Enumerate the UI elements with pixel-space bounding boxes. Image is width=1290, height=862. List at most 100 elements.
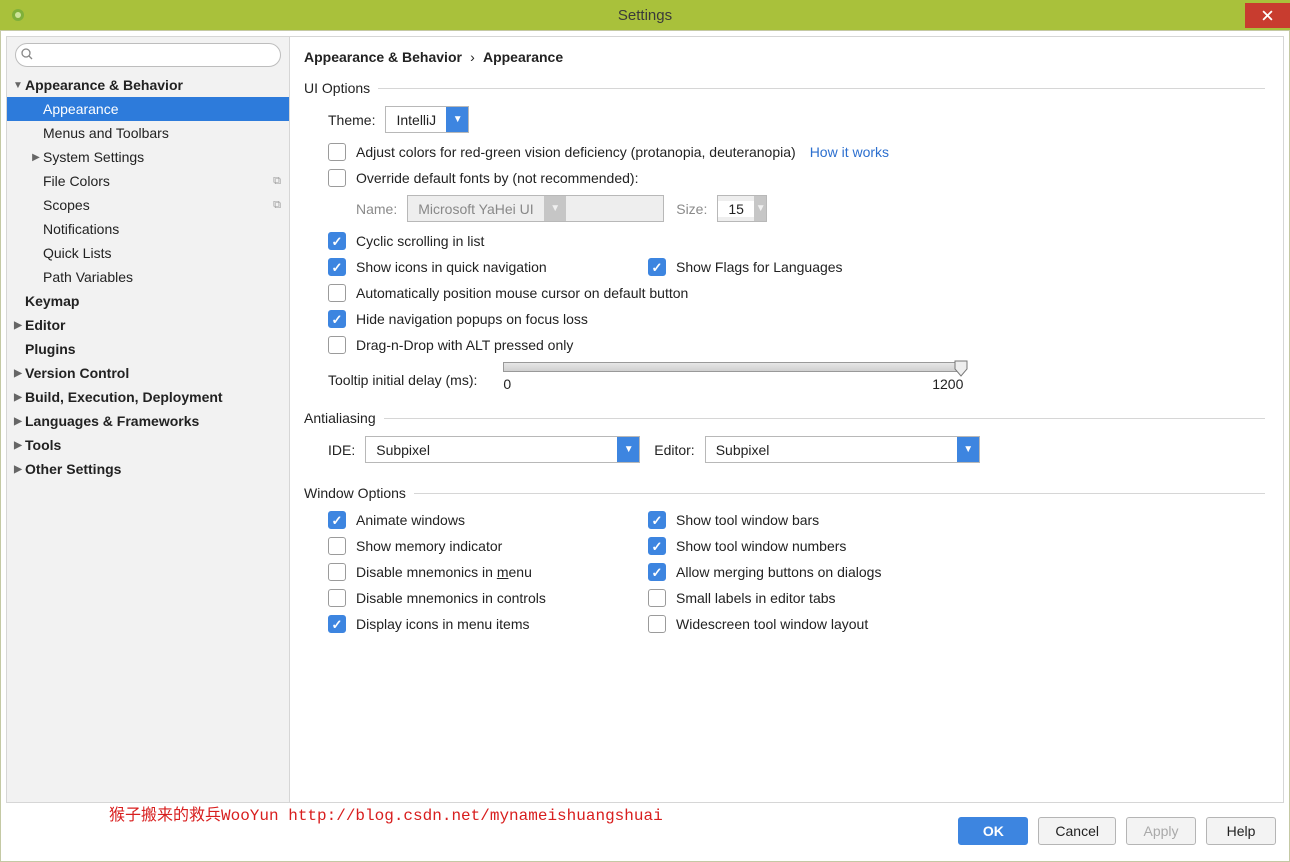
aa-ide-dropdown[interactable]: Subpixel ▼ — [365, 436, 640, 463]
tree-item[interactable]: ▶System Settings — [7, 145, 289, 169]
merge-label[interactable]: Allow merging buttons on dialogs — [676, 564, 881, 580]
tree-item[interactable]: Scopes⧉ — [7, 193, 289, 217]
aa-ide-label: IDE: — [328, 442, 355, 458]
mn-menu-label[interactable]: Disable mnemonics in menu — [356, 564, 532, 580]
how-it-works-link[interactable]: How it works — [810, 144, 889, 160]
tree-item[interactable]: ▶Build, Execution, Deployment — [7, 385, 289, 409]
tree-item-label: Editor — [25, 317, 281, 333]
tree-item-label: Appearance & Behavior — [25, 77, 281, 93]
numbers-label[interactable]: Show tool window numbers — [676, 538, 846, 554]
adjust-colors-label[interactable]: Adjust colors for red-green vision defic… — [356, 144, 796, 160]
aa-editor-value: Subpixel — [706, 442, 957, 458]
flags-checkbox[interactable] — [648, 258, 666, 276]
mn-ctrl-label[interactable]: Disable mnemonics in controls — [356, 590, 546, 606]
tree-item[interactable]: ▼Appearance & Behavior — [7, 73, 289, 97]
icons-qn-label[interactable]: Show icons in quick navigation — [356, 259, 547, 275]
tree-item[interactable]: ▶Languages & Frameworks — [7, 409, 289, 433]
twisty-icon: ▶ — [11, 464, 25, 475]
numbers-checkbox[interactable] — [648, 537, 666, 555]
tree-item[interactable]: Menus and Toolbars — [7, 121, 289, 145]
window-title: Settings — [618, 7, 672, 24]
titlebar: Settings — [0, 0, 1290, 30]
tree-item[interactable]: ▶Editor — [7, 313, 289, 337]
section-antialiasing: Antialiasing — [304, 410, 1265, 426]
slider-thumb-icon[interactable] — [953, 359, 969, 377]
override-fonts-label[interactable]: Override default fonts by (not recommend… — [356, 170, 638, 186]
ok-button[interactable]: OK — [958, 817, 1028, 845]
animate-label[interactable]: Animate windows — [356, 512, 465, 528]
icons-qn-checkbox[interactable] — [328, 258, 346, 276]
memory-checkbox[interactable] — [328, 537, 346, 555]
tooltip-delay-label: Tooltip initial delay (ms): — [328, 362, 477, 388]
close-button[interactable] — [1245, 3, 1290, 28]
cyclic-checkbox[interactable] — [328, 232, 346, 250]
tree-item[interactable]: ▶Tools — [7, 433, 289, 457]
mn-ctrl-checkbox[interactable] — [328, 589, 346, 607]
aa-editor-dropdown[interactable]: Subpixel ▼ — [705, 436, 980, 463]
hide-nav-label[interactable]: Hide navigation popups on focus loss — [356, 311, 588, 327]
hide-nav-checkbox[interactable] — [328, 310, 346, 328]
tree-item[interactable]: Plugins — [7, 337, 289, 361]
toolbars-label[interactable]: Show tool window bars — [676, 512, 819, 528]
tree-item-label: Version Control — [25, 365, 281, 381]
small-labels-label[interactable]: Small labels in editor tabs — [676, 590, 836, 606]
twisty-icon: ▶ — [11, 440, 25, 451]
animate-checkbox[interactable] — [328, 511, 346, 529]
memory-label[interactable]: Show memory indicator — [356, 538, 502, 554]
override-fonts-checkbox[interactable] — [328, 169, 346, 187]
tree-item-label: File Colors — [43, 173, 273, 189]
auto-mouse-label[interactable]: Automatically position mouse cursor on d… — [356, 285, 688, 301]
cancel-button[interactable]: Cancel — [1038, 817, 1116, 845]
settings-tree[interactable]: ▼Appearance & Behavior Appearance Menus an… — [7, 71, 289, 802]
tree-item-label: Keymap — [25, 293, 281, 309]
tree-item-label: Other Settings — [25, 461, 281, 477]
tooltip-delay-row: Tooltip initial delay (ms): 0 1200 — [304, 362, 1265, 392]
tree-item-label: Languages & Frameworks — [25, 413, 281, 429]
antialiasing-row: IDE: Subpixel ▼ Editor: Subpixel ▼ — [304, 436, 1265, 463]
breadcrumb-sep: › — [470, 49, 475, 65]
tree-item-label: Path Variables — [43, 269, 281, 285]
dnd-alt-label[interactable]: Drag-n-Drop with ALT pressed only — [356, 337, 573, 353]
font-size-dropdown: 15 ▼ — [717, 195, 767, 222]
toolbars-checkbox[interactable] — [648, 511, 666, 529]
adjust-colors-checkbox[interactable] — [328, 143, 346, 161]
flags-label[interactable]: Show Flags for Languages — [676, 259, 843, 275]
tree-item[interactable]: Appearance — [7, 97, 289, 121]
tree-item[interactable]: Keymap — [7, 289, 289, 313]
twisty-icon: ▶ — [11, 416, 25, 427]
section-ui-options: UI Options — [304, 80, 1265, 96]
aa-ide-value: Subpixel — [366, 442, 617, 458]
tooltip-delay-slider[interactable]: 0 1200 — [503, 362, 963, 392]
tree-item[interactable]: ▶Other Settings — [7, 457, 289, 481]
help-button[interactable]: Help — [1206, 817, 1276, 845]
tree-item[interactable]: Notifications — [7, 217, 289, 241]
icons-menu-label[interactable]: Display icons in menu items — [356, 616, 530, 632]
small-labels-checkbox[interactable] — [648, 589, 666, 607]
section-antialiasing-label: Antialiasing — [304, 410, 376, 426]
chevron-down-icon: ▼ — [617, 437, 639, 462]
widescreen-checkbox[interactable] — [648, 615, 666, 633]
tree-item[interactable]: ▶Version Control — [7, 361, 289, 385]
apply-button[interactable]: Apply — [1126, 817, 1196, 845]
auto-mouse-checkbox[interactable] — [328, 284, 346, 302]
hide-nav-row: Hide navigation popups on focus loss — [304, 310, 1265, 328]
chevron-down-icon: ▼ — [446, 107, 468, 132]
tree-item[interactable]: Path Variables — [7, 265, 289, 289]
merge-checkbox[interactable] — [648, 563, 666, 581]
cyclic-label[interactable]: Cyclic scrolling in list — [356, 233, 484, 249]
icons-menu-checkbox[interactable] — [328, 615, 346, 633]
tree-item[interactable]: File Colors⧉ — [7, 169, 289, 193]
tree-item[interactable]: Quick Lists — [7, 241, 289, 265]
theme-dropdown[interactable]: IntelliJ ▼ — [385, 106, 469, 133]
search-input[interactable] — [15, 43, 281, 67]
dnd-alt-checkbox[interactable] — [328, 336, 346, 354]
breadcrumb-parent: Appearance & Behavior — [304, 49, 462, 65]
dialog-body: ▼Appearance & BehaviorAppearanceMenus an… — [6, 36, 1284, 803]
font-name-label: Name: — [356, 201, 397, 217]
widescreen-label[interactable]: Widescreen tool window layout — [676, 616, 868, 632]
mn-menu-checkbox[interactable] — [328, 563, 346, 581]
tree-item-label: Appearance — [43, 101, 281, 117]
section-window-options-label: Window Options — [304, 485, 406, 501]
app-icon — [10, 7, 26, 23]
tree-item-label: Menus and Toolbars — [43, 125, 281, 141]
